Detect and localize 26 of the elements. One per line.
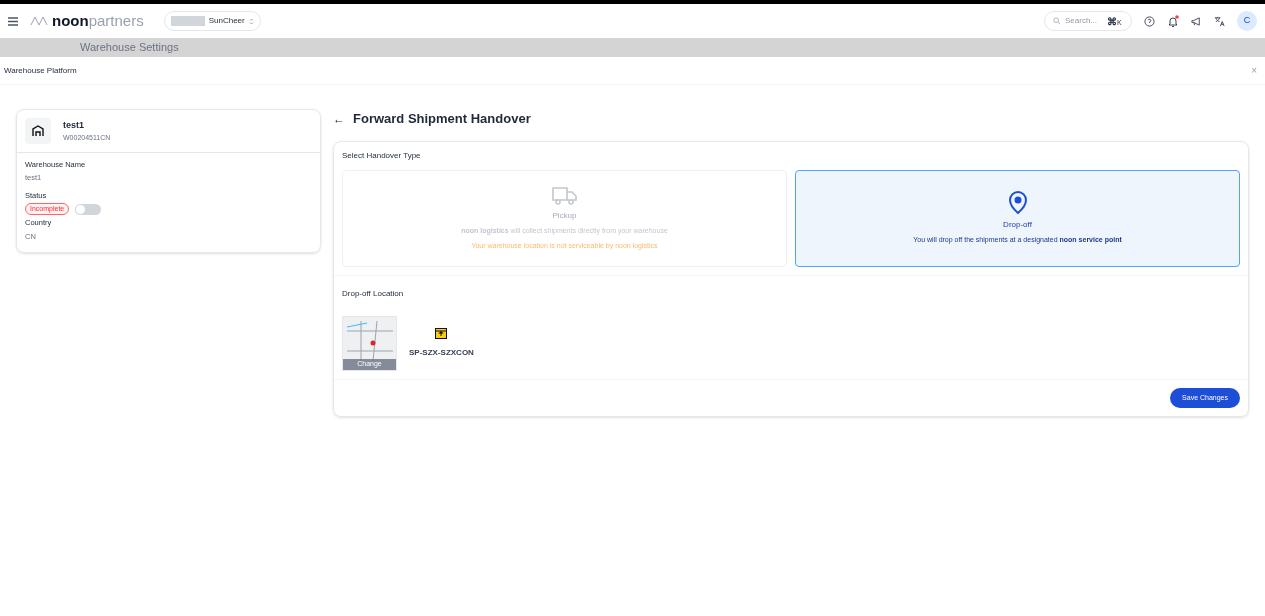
page-title-behind: Warehouse Settings: [80, 40, 179, 56]
megaphone-icon[interactable]: [1191, 15, 1202, 27]
section-label: Drop-off Location: [342, 288, 405, 300]
back-button[interactable]: ←: [333, 110, 345, 128]
map-drawing: [347, 321, 393, 361]
store-logo-placeholder: [170, 16, 205, 26]
truck-icon: [551, 186, 578, 206]
location-pin-icon: [1007, 191, 1028, 216]
translate-icon[interactable]: [1214, 15, 1225, 27]
bell-icon[interactable]: [1167, 15, 1179, 27]
logo-icon: [30, 16, 48, 26]
user-avatar[interactable]: C: [1237, 11, 1257, 31]
section-label: Select Handover Type: [342, 150, 422, 162]
service-point-icon: [435, 328, 448, 339]
search-icon: [1053, 17, 1061, 25]
modal-title: Warehouse Platform: [4, 64, 77, 77]
warehouse-name: test1: [63, 119, 85, 132]
location-code: SP-SZX-SZXCON: [409, 347, 474, 359]
brand-logo-text: noonpartners: [52, 10, 144, 31]
status-toggle[interactable]: [75, 203, 102, 215]
page-heading: Forward Shipment Handover: [353, 110, 531, 129]
warehouse-icon: [25, 118, 51, 144]
chevron-updown-icon: [248, 17, 254, 25]
search-input[interactable]: Search...: [1065, 15, 1103, 27]
menu-icon[interactable]: [8, 16, 18, 26]
help-icon[interactable]: [1144, 15, 1155, 27]
